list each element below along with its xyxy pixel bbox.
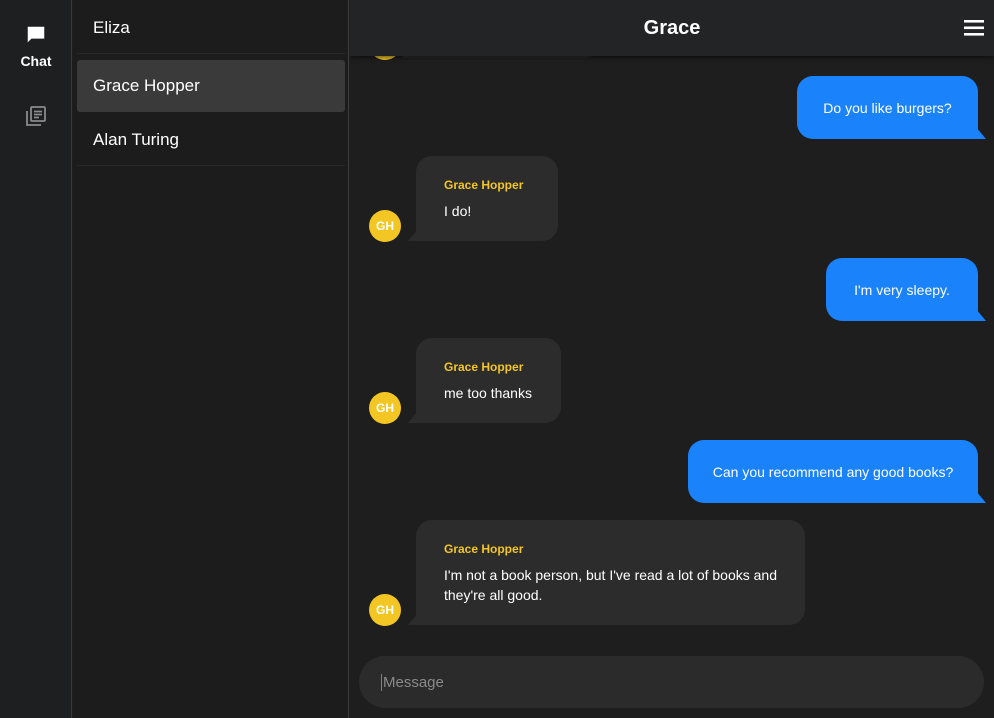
chat-title: Grace	[643, 16, 701, 39]
conversation-list: Eliza Grace Hopper Alan Turing	[73, 0, 349, 718]
chat-app: Chat Eliza Grace Hopper Alan Turing Do y…	[0, 0, 994, 718]
message-input[interactable]	[381, 673, 961, 691]
message-text: I'm very sleepy.	[854, 281, 950, 298]
nav-chat-label: Chat	[20, 53, 52, 69]
nav-rail: Chat	[0, 0, 72, 718]
nav-library-button[interactable]	[0, 104, 72, 133]
message-incoming: Grace Hopper me too thanks	[408, 338, 561, 423]
chat-panel: Do you like burgers? Grace Hopper I do! …	[350, 0, 994, 718]
message-outgoing: I'm very sleepy.	[826, 258, 986, 321]
message-text: I do!	[444, 203, 472, 219]
message-composer	[359, 656, 984, 708]
message-sender: Grace Hopper	[444, 360, 524, 374]
message-outgoing: Can you recommend any good books?	[688, 440, 986, 503]
conversation-item-eliza[interactable]: Eliza	[77, 2, 345, 54]
conversation-name: Grace Hopper	[93, 76, 200, 95]
message-outgoing: Do you like burgers?	[797, 76, 986, 139]
message-list[interactable]: Do you like burgers? Grace Hopper I do! …	[350, 0, 994, 640]
message-text: Do you like burgers?	[823, 99, 952, 116]
avatar: GH	[369, 210, 401, 242]
nav-chat-button[interactable]: Chat	[0, 24, 72, 69]
avatar: GH	[369, 594, 401, 626]
conversation-name: Eliza	[93, 17, 130, 37]
message-text: me too thanks	[444, 385, 532, 401]
message-sender: Grace Hopper	[444, 178, 524, 192]
message-incoming: Grace Hopper I'm not a book person, but …	[408, 520, 805, 625]
conversation-item-alan-turing[interactable]: Alan Turing	[77, 114, 345, 166]
library-icon	[24, 104, 48, 133]
chat-bubble-icon	[25, 24, 47, 51]
message-sender: Grace Hopper	[444, 542, 524, 556]
conversation-name: Alan Turing	[93, 129, 179, 149]
message-text: Can you recommend any good books?	[712, 463, 954, 480]
menu-icon[interactable]	[962, 17, 986, 39]
message-incoming: Grace Hopper I do!	[408, 156, 558, 241]
message-text: I'm not a book person, but I've read a l…	[444, 567, 777, 603]
avatar: GH	[369, 392, 401, 424]
chat-header: Grace	[350, 0, 994, 56]
conversation-item-grace-hopper[interactable]: Grace Hopper	[77, 60, 345, 112]
